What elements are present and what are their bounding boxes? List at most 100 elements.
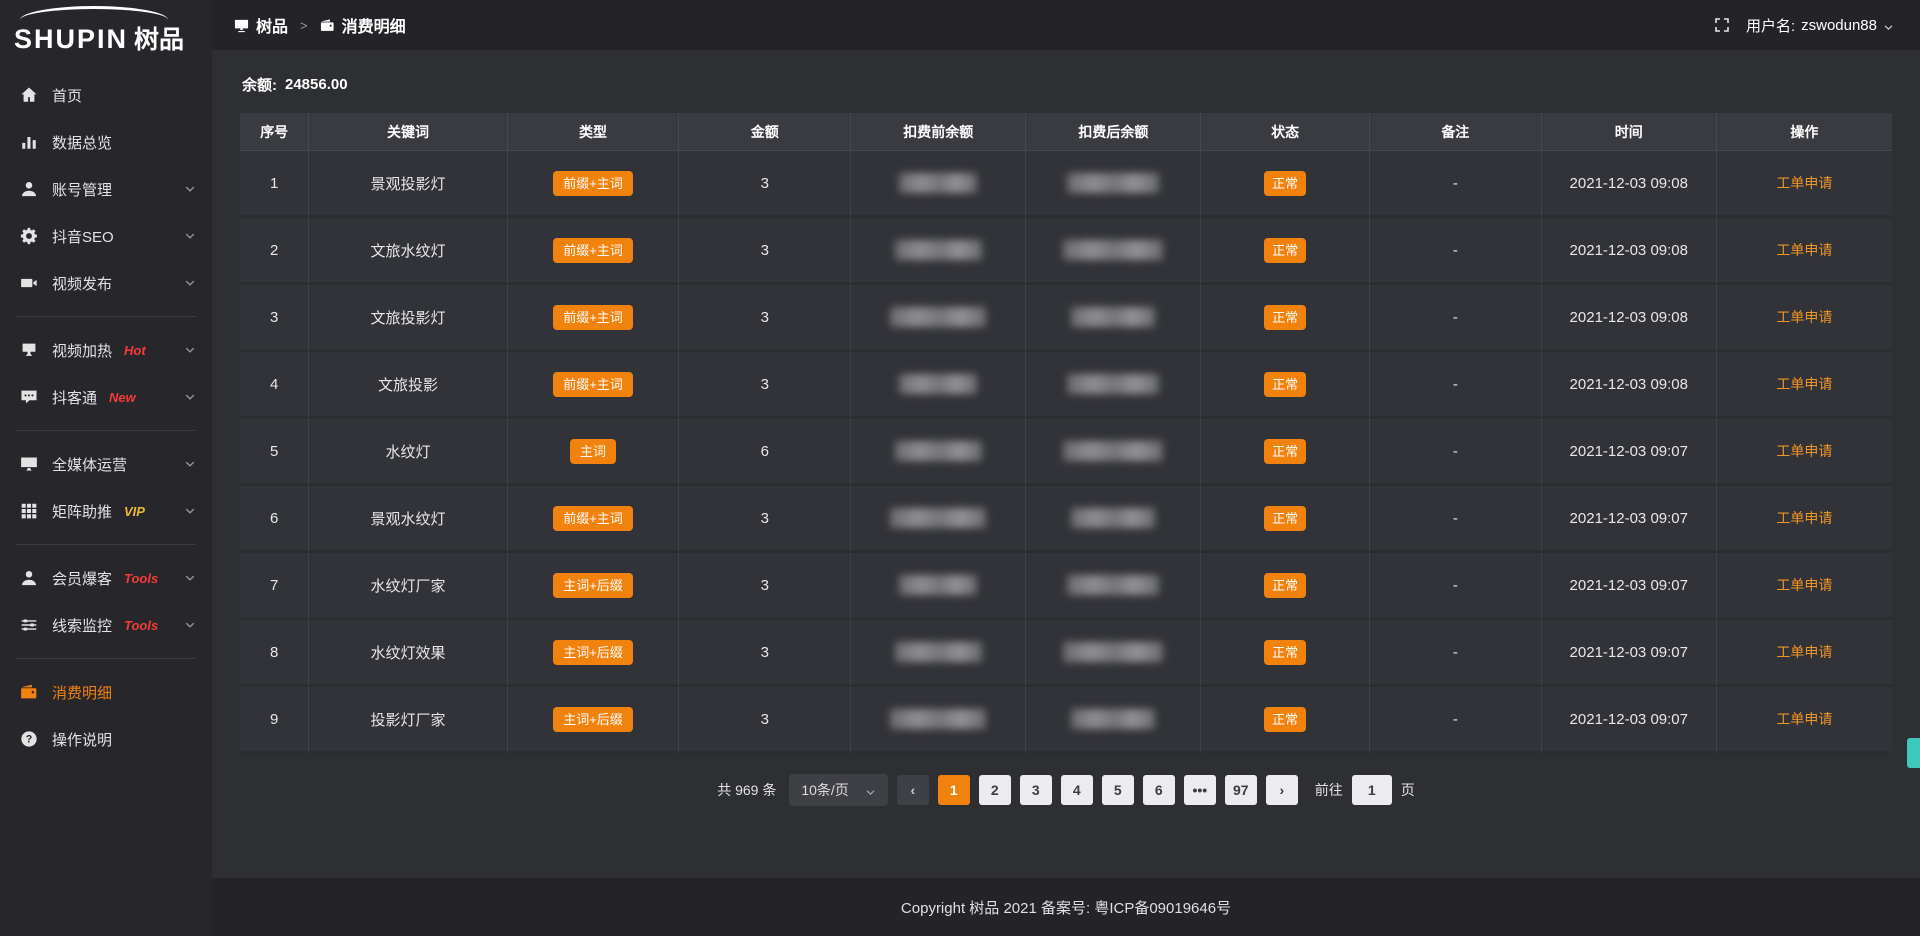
cell-pre-balance bbox=[851, 687, 1026, 754]
cell-keyword: 景观水纹灯 bbox=[309, 486, 507, 553]
logo-text-en: SHUPIN bbox=[14, 24, 128, 55]
sidebar-item-label: 视频发布 bbox=[52, 273, 112, 294]
breadcrumb-app[interactable]: 树品 bbox=[234, 13, 288, 37]
sidebar-item-gear[interactable]: 抖音SEO bbox=[0, 214, 212, 258]
cell-action: 工单申请 bbox=[1717, 620, 1892, 687]
sidebar-item-wallet[interactable]: 消费明细 bbox=[0, 670, 212, 714]
chevron-down-icon bbox=[184, 183, 196, 195]
sidebar-item-label: 全媒体运营 bbox=[52, 454, 127, 475]
chevron-down-icon bbox=[184, 230, 196, 242]
sidebar-item-tag: Tools bbox=[124, 618, 158, 633]
cell-remark: - bbox=[1370, 352, 1542, 419]
type-badge: 前缀+主词 bbox=[553, 305, 633, 330]
work-order-link[interactable]: 工单申请 bbox=[1776, 309, 1832, 325]
sidebar-item-label: 账号管理 bbox=[52, 179, 112, 200]
cell-status: 正常 bbox=[1201, 218, 1370, 285]
fullscreen-icon[interactable] bbox=[1714, 17, 1730, 33]
cell-time: 2021-12-03 09:08 bbox=[1542, 352, 1717, 419]
cell-time: 2021-12-03 09:08 bbox=[1542, 218, 1717, 285]
status-badge: 正常 bbox=[1264, 506, 1306, 531]
cell-amount: 3 bbox=[679, 486, 851, 553]
work-order-link[interactable]: 工单申请 bbox=[1776, 443, 1832, 459]
cell-pre-balance bbox=[851, 486, 1026, 553]
masked-post-balance bbox=[1071, 508, 1155, 528]
cell-amount: 6 bbox=[679, 419, 851, 486]
breadcrumb-page[interactable]: 消费明细 bbox=[320, 13, 406, 37]
screen-icon bbox=[20, 341, 38, 359]
sidebar-item-monitor[interactable]: 全媒体运营 bbox=[0, 442, 212, 486]
masked-pre-balance bbox=[890, 709, 986, 729]
sidebar-item-label: 矩阵助推 bbox=[52, 501, 112, 522]
work-order-link[interactable]: 工单申请 bbox=[1776, 175, 1832, 191]
masked-pre-balance bbox=[899, 374, 977, 394]
balance-value: 24856.00 bbox=[285, 76, 348, 93]
page-button-6[interactable]: 6 bbox=[1143, 775, 1175, 805]
type-badge: 主词+后缀 bbox=[553, 707, 633, 732]
cell-remark: - bbox=[1370, 419, 1542, 486]
sidebar-item-label: 首页 bbox=[52, 85, 82, 106]
column-header: 序号 bbox=[240, 113, 309, 151]
cell-keyword: 水纹灯厂家 bbox=[309, 553, 507, 620]
status-badge: 正常 bbox=[1264, 305, 1306, 330]
next-page-button[interactable]: › bbox=[1266, 775, 1298, 805]
cell-action: 工单申请 bbox=[1717, 486, 1892, 553]
sidebar-item-user[interactable]: 账号管理 bbox=[0, 167, 212, 211]
sidebar-item-grid[interactable]: 矩阵助推 VIP bbox=[0, 489, 212, 533]
sidebar-item-chat[interactable]: 抖客通 New bbox=[0, 375, 212, 419]
sidebar-item-screen[interactable]: 视频加热 Hot bbox=[0, 328, 212, 372]
sidebar-item-home[interactable]: 首页 bbox=[0, 73, 212, 117]
cell-action: 工单申请 bbox=[1717, 419, 1892, 486]
cell-action: 工单申请 bbox=[1717, 553, 1892, 620]
sidebar-item-video[interactable]: 视频发布 bbox=[0, 261, 212, 305]
copyright-text: Copyright 树品 2021 备案号: 粤ICP备09019646号 bbox=[901, 897, 1231, 918]
sidebar-item-question[interactable]: ? 操作说明 bbox=[0, 717, 212, 761]
page-button-2[interactable]: 2 bbox=[979, 775, 1011, 805]
page-button-1[interactable]: 1 bbox=[938, 775, 970, 805]
user-icon bbox=[20, 180, 38, 198]
more-pages-button[interactable]: ••• bbox=[1184, 775, 1216, 805]
column-header: 类型 bbox=[508, 113, 680, 151]
cell-amount: 3 bbox=[679, 620, 851, 687]
sidebar-item-member[interactable]: 会员爆客 Tools bbox=[0, 556, 212, 600]
work-order-link[interactable]: 工单申请 bbox=[1776, 242, 1832, 258]
sidebar-item-chart[interactable]: 数据总览 bbox=[0, 120, 212, 164]
work-order-link[interactable]: 工单申请 bbox=[1776, 510, 1832, 526]
column-header: 金额 bbox=[679, 113, 851, 151]
page-size-select[interactable]: 10条/页 bbox=[789, 774, 887, 806]
logo-arc-decoration bbox=[20, 6, 168, 20]
work-order-link[interactable]: 工单申请 bbox=[1776, 577, 1832, 593]
svg-text:?: ? bbox=[26, 734, 33, 746]
wallet-icon bbox=[20, 683, 38, 701]
work-order-link[interactable]: 工单申请 bbox=[1776, 376, 1832, 392]
cell-remark: - bbox=[1370, 285, 1542, 352]
page-button-5[interactable]: 5 bbox=[1102, 775, 1134, 805]
masked-post-balance bbox=[1067, 575, 1159, 595]
gear-icon bbox=[20, 227, 38, 245]
type-badge: 前缀+主词 bbox=[553, 238, 633, 263]
chevron-down-icon bbox=[865, 785, 876, 796]
topbar: 树品 > 消费明细 用户名: zswodun88 bbox=[212, 0, 1920, 50]
video-icon bbox=[20, 274, 38, 292]
user-menu[interactable]: 用户名: zswodun88 bbox=[1746, 15, 1894, 36]
cell-post-balance bbox=[1026, 151, 1201, 218]
chat-icon bbox=[20, 388, 38, 406]
type-badge: 前缀+主词 bbox=[553, 506, 633, 531]
prev-page-button[interactable]: ‹ bbox=[897, 775, 929, 805]
page-button-4[interactable]: 4 bbox=[1061, 775, 1093, 805]
work-order-link[interactable]: 工单申请 bbox=[1776, 711, 1832, 727]
sidebar-item-sliders[interactable]: 线索监控 Tools bbox=[0, 603, 212, 647]
breadcrumb-app-label: 树品 bbox=[256, 13, 288, 37]
type-badge: 主词+后缀 bbox=[553, 640, 633, 665]
chat-widget-tab[interactable] bbox=[1907, 738, 1920, 768]
page-button-97[interactable]: 97 bbox=[1225, 775, 1257, 805]
masked-post-balance bbox=[1063, 441, 1163, 461]
page-button-3[interactable]: 3 bbox=[1020, 775, 1052, 805]
work-order-link[interactable]: 工单申请 bbox=[1776, 644, 1832, 660]
cell-keyword: 文旅水纹灯 bbox=[309, 218, 507, 285]
sidebar: SHUPIN 树品 首页 数据总览 账号管理 抖音SEO 视频发布 视频加热 H… bbox=[0, 0, 212, 936]
cell-index: 4 bbox=[240, 352, 309, 419]
menu-divider bbox=[16, 658, 196, 659]
goto-page-input[interactable] bbox=[1352, 775, 1392, 805]
chart-icon bbox=[20, 133, 38, 151]
brand-logo[interactable]: SHUPIN 树品 bbox=[0, 0, 212, 60]
